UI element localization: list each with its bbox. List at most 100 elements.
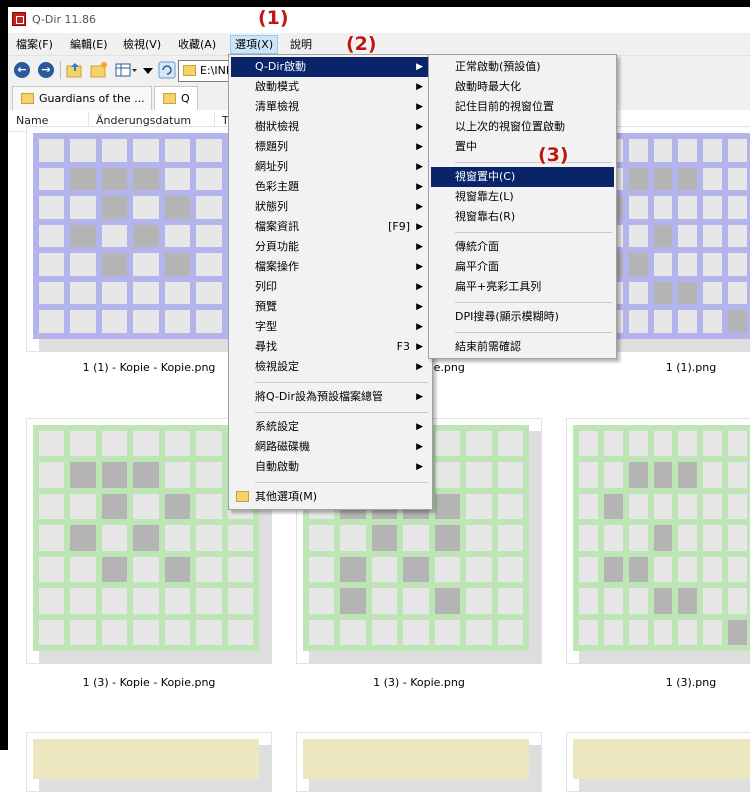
submenu-item-remember-position[interactable]: 記住目前的視窗位置: [431, 97, 614, 117]
thumbnail-cell: [403, 525, 429, 551]
file-thumbnail[interactable]: [26, 732, 272, 792]
thumbnail-image: [303, 739, 529, 779]
file-name: 1 (1).png: [665, 361, 717, 374]
file-name: 1 (3).png: [665, 676, 717, 689]
app-icon: [12, 12, 26, 26]
refresh-icon[interactable]: [158, 61, 176, 79]
menu-item-autostart[interactable]: 自動啟動 ▶: [231, 457, 430, 477]
thumbnail-cell: [497, 619, 523, 645]
submenu-item-classic-ui[interactable]: 傳統介面: [431, 237, 614, 257]
submenu-item-dpi-search[interactable]: DPI搜尋(顯示模糊時): [431, 307, 614, 327]
tab-guardians[interactable]: Guardians of the ...: [12, 86, 152, 110]
thumbnail-cell: [340, 588, 366, 614]
menu-edit[interactable]: 編輯(E): [66, 36, 112, 53]
forward-button[interactable]: →: [38, 62, 54, 78]
menu-item-address-bar[interactable]: 網址列 ▶: [231, 157, 430, 177]
menu-item-system-settings[interactable]: 系統設定 ▶: [231, 417, 430, 437]
menu-item-qdir-startup[interactable]: Q-Dir啟動 ▶: [231, 57, 430, 77]
menu-item-default-explorer[interactable]: 將Q-Dir設為預設檔案總管 ▶: [231, 387, 430, 407]
folder-icon: [21, 93, 34, 104]
thumbnail-cell: [653, 493, 673, 520]
thumbnail-cell: [227, 588, 253, 614]
menu-separator: [255, 382, 428, 383]
menu-item-list-view[interactable]: 清單檢視 ▶: [231, 97, 430, 117]
back-button[interactable]: ←: [14, 62, 30, 78]
file-name: 1 (3) - Kopie - Kopie.png: [82, 676, 216, 689]
file-thumbnail[interactable]: [566, 418, 750, 664]
thumbnail-cell: [196, 588, 222, 614]
menu-item-network-drive[interactable]: 網路磁碟機 ▶: [231, 437, 430, 457]
submenu-item-window-center[interactable]: 視窗置中(C): [431, 167, 614, 187]
menu-item-search[interactable]: 尋找 F3 ▶: [231, 337, 430, 357]
thumbnail-cell: [101, 588, 128, 614]
submenu-item-flat-ui[interactable]: 扁平介面: [431, 257, 614, 277]
submenu-item-start-maximized[interactable]: 啟動時最大化: [431, 77, 614, 97]
thumbnail-cell: [196, 619, 222, 645]
menu-item-label: 系統設定: [255, 420, 299, 433]
menu-file[interactable]: 檔案(F): [12, 36, 57, 53]
menu-help[interactable]: 說明: [286, 36, 316, 53]
submenu-item-window-left[interactable]: 視窗靠左(L): [431, 187, 614, 207]
submenu-item-last-position[interactable]: 以上次的視窗位置啟動: [431, 117, 614, 137]
tab-q[interactable]: Q: [154, 86, 198, 110]
thumbnail-cell: [164, 310, 191, 333]
menu-view[interactable]: 檢視(V): [119, 36, 165, 53]
thumbnail-cell: [39, 431, 65, 457]
menu-item-preview[interactable]: 預覽 ▶: [231, 297, 430, 317]
submenu-item-center[interactable]: 置中: [431, 137, 614, 157]
menu-item-label: 置中: [455, 140, 477, 153]
thumbnail-cell: [703, 139, 723, 162]
menu-item-status-bar[interactable]: 狀態列 ▶: [231, 197, 430, 217]
thumbnail-cell: [70, 431, 96, 457]
menu-item-shortcut: [F9]: [388, 220, 410, 233]
thumbnail-cell: [403, 588, 429, 614]
menu-item-label: DPI搜尋(顯示模糊時): [455, 310, 559, 323]
thumbnail-cell: [39, 139, 65, 162]
thumbnail-cell: [728, 167, 747, 191]
submenu-item-confirm-exit[interactable]: 結束前需確認: [431, 337, 614, 357]
thumbnail-cell: [728, 310, 747, 333]
up-folder-icon[interactable]: [66, 61, 84, 79]
menu-item-font[interactable]: 字型 ▶: [231, 317, 430, 337]
thumbnail-cell: [678, 619, 698, 645]
menu-options[interactable]: 選項(X): [230, 35, 279, 54]
thumbnail-cell: [164, 253, 191, 276]
thumbnail-cell: [434, 462, 461, 488]
thumbnail-cell: [101, 462, 128, 488]
thumbnail-cell: [678, 281, 698, 305]
menu-item-more-options[interactable]: 其他選項(M): [231, 487, 430, 507]
menu-item-label: 清單檢視: [255, 100, 299, 113]
menu-item-file-info[interactable]: 檔案資訊 [F9] ▶: [231, 217, 430, 237]
submenu-item-window-right[interactable]: 視窗靠右(R): [431, 207, 614, 227]
thumbnail-cell: [466, 462, 492, 488]
menu-item-print[interactable]: 列印 ▶: [231, 277, 430, 297]
thumbnail-cell: [628, 139, 648, 162]
menu-favorites[interactable]: 收藏(A): [174, 36, 220, 53]
menu-separator: [255, 412, 428, 413]
thumbnail-cell: [678, 196, 698, 219]
menu-item-title-bar[interactable]: 標題列 ▶: [231, 137, 430, 157]
submenu-item-flat-color-toolbar[interactable]: 扁平+亮彩工具列: [431, 277, 614, 297]
view-mode-icon[interactable]: [114, 61, 138, 79]
new-folder-icon[interactable]: [90, 61, 108, 79]
thumbnail-cell: [39, 167, 65, 191]
submenu-item-normal-start[interactable]: 正常啟動(預設值): [431, 57, 614, 77]
thumbnail-cell: [678, 525, 698, 551]
submenu-arrow-icon: ▶: [416, 202, 423, 212]
thumbnail-cell: [628, 493, 648, 520]
menu-item-view-settings[interactable]: 檢視設定 ▶: [231, 357, 430, 377]
thumbnail-cell: [227, 619, 253, 645]
menu-item-file-operations[interactable]: 檔案操作 ▶: [231, 257, 430, 277]
menu-item-color-theme[interactable]: 色彩主題 ▶: [231, 177, 430, 197]
thumbnail-cell: [628, 619, 648, 645]
thumbnail-cell: [196, 525, 222, 551]
thumbnail-cell: [133, 281, 159, 305]
thumbnail-cell: [728, 588, 747, 614]
dropdown-icon[interactable]: [140, 61, 156, 79]
file-thumbnail[interactable]: [566, 732, 750, 792]
menu-item-startup-mode[interactable]: 啟動模式 ▶: [231, 77, 430, 97]
thumbnail-cell: [628, 310, 648, 333]
file-thumbnail[interactable]: [296, 732, 542, 792]
menu-item-tabs[interactable]: 分頁功能 ▶: [231, 237, 430, 257]
menu-item-tree-view[interactable]: 樹狀檢視 ▶: [231, 117, 430, 137]
